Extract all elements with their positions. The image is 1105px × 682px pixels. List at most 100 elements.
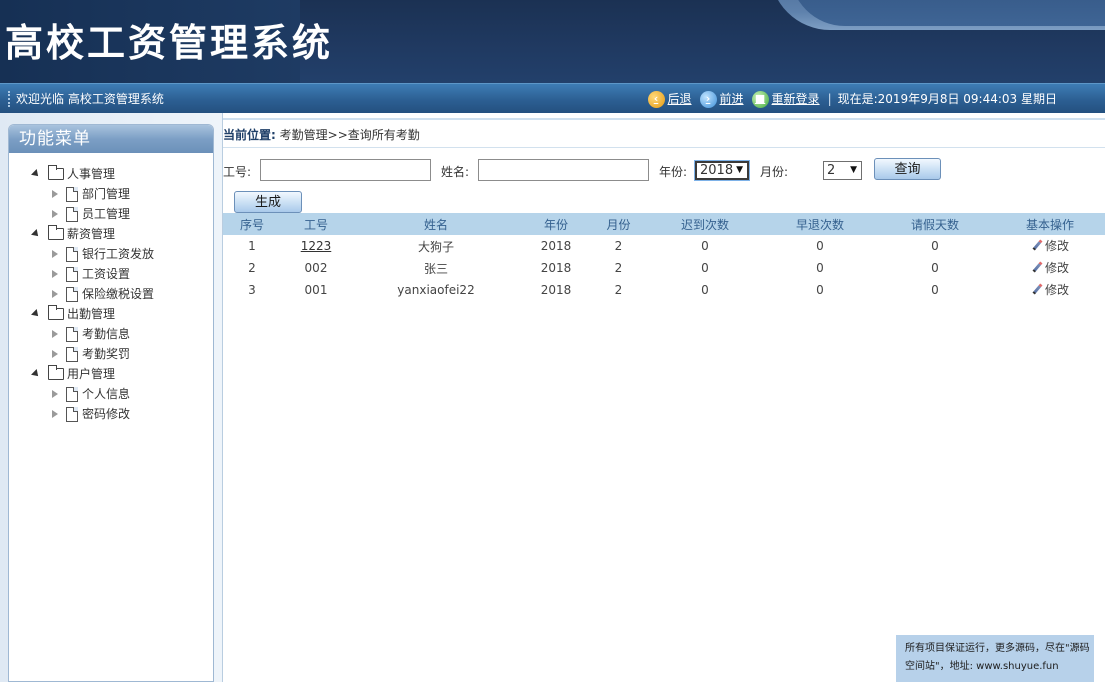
table-row: 2 002 张三 2018 2 0 0 0 修改	[223, 257, 1105, 279]
relogin-icon: ■	[751, 90, 769, 108]
name-input[interactable]	[478, 159, 649, 181]
search-form: 工号: 姓名: 年份: 2018 ▼ 月份: 2 ▼ 查询	[223, 158, 1105, 182]
menu-item-label: 员工管理	[82, 207, 131, 221]
back-link[interactable]: ‹ 后退	[647, 90, 692, 108]
menu-item-insurance-tax[interactable]: 保险缴税设置	[9, 284, 213, 304]
notice-line-2: 空间站"，地址: www.shuyue.fun	[905, 661, 1059, 672]
col-header-leave: 请假天数	[876, 213, 994, 235]
cell-actions: 修改	[994, 279, 1105, 301]
year-select[interactable]: 2018 ▼	[695, 161, 749, 180]
menu-item-label: 个人信息	[82, 387, 131, 401]
notice-line-1: 所有项目保证运行，更多源码，尽在"源码	[905, 643, 1090, 654]
col-header-early: 早退次数	[764, 213, 876, 235]
file-icon	[66, 326, 78, 342]
pencil-icon	[1031, 262, 1043, 274]
folder-icon	[48, 165, 64, 180]
top-bar: 欢迎光临 高校工资管理系统 ‹ 后退 › 前进 ■ 重新登录 | 现在是:201…	[0, 83, 1105, 113]
edit-link[interactable]: 修改	[1031, 281, 1069, 298]
cell-index: 1	[248, 239, 256, 253]
pencil-icon	[1031, 284, 1043, 296]
menu-group-label: 薪资管理	[67, 227, 116, 241]
divider: |	[827, 92, 832, 106]
folder-icon	[48, 225, 64, 240]
cell-leave: 0	[931, 261, 939, 275]
relogin-link[interactable]: ■ 重新登录	[751, 90, 820, 108]
cell-index: 2	[248, 261, 256, 275]
emp-no-input[interactable]	[260, 159, 431, 181]
breadcrumb-path: 考勤管理>>查询所有考勤	[279, 128, 420, 142]
table-row: 1 1223 大狗子 2018 2 0 0 0 修改	[223, 235, 1105, 257]
sidebar-area: 功能菜单 人事管理 部门管理 员工管理 薪资管理 银行工资发放 工资设置 保险缴…	[0, 113, 222, 682]
cell-late: 0	[701, 261, 709, 275]
menu-group-attendance[interactable]: 出勤管理	[9, 304, 213, 324]
cell-index: 3	[248, 283, 256, 297]
file-icon	[66, 286, 78, 302]
main-content: 当前位置: 考勤管理>>查询所有考勤 工号: 姓名: 年份: 2018 ▼ 月份…	[222, 113, 1105, 682]
dropdown-arrow-icon: ▼	[850, 165, 857, 175]
collapsed-arrow-icon	[52, 210, 58, 218]
cell-leave: 0	[931, 283, 939, 297]
breadcrumb-label: 当前位置:	[223, 128, 276, 142]
app-title: 高校工资管理系统	[5, 21, 334, 65]
cell-emp-no: 001	[304, 283, 328, 297]
col-header-name: 姓名	[351, 213, 521, 235]
file-icon	[66, 406, 78, 422]
collapsed-arrow-icon	[52, 250, 58, 258]
expanded-arrow-icon	[31, 229, 41, 239]
col-header-actions: 基本操作	[994, 213, 1105, 235]
edit-label: 修改	[1044, 283, 1069, 298]
cell-emp-no: 002	[304, 261, 328, 275]
app-header: 高校工资管理系统	[0, 0, 1105, 83]
col-header-index: 序号	[223, 213, 281, 235]
source-notice: 所有项目保证运行，更多源码，尽在"源码 空间站"，地址: www.shuyue.…	[896, 635, 1094, 682]
emp-no-label: 工号:	[223, 165, 252, 179]
collapsed-arrow-icon	[52, 330, 58, 338]
forward-link[interactable]: › 前进	[699, 90, 744, 108]
table-header-row: 序号 工号 姓名 年份 月份 迟到次数 早退次数 请假天数 基本操作	[223, 213, 1105, 235]
emp-no-link[interactable]: 1223	[301, 239, 332, 253]
expanded-arrow-icon	[31, 309, 41, 319]
breadcrumb-divider	[223, 147, 1105, 148]
edit-label: 修改	[1044, 239, 1069, 254]
menu-group-users[interactable]: 用户管理	[9, 364, 213, 384]
menu-group-personnel[interactable]: 人事管理	[9, 164, 213, 184]
query-button[interactable]: 查询	[874, 158, 941, 180]
edit-link[interactable]: 修改	[1031, 237, 1069, 254]
menu-item-attendance-reward[interactable]: 考勤奖罚	[9, 344, 213, 364]
file-icon	[66, 346, 78, 362]
collapsed-arrow-icon	[52, 190, 58, 198]
menu-item-label: 考勤奖罚	[82, 347, 131, 361]
pencil-icon	[1031, 240, 1043, 252]
month-select[interactable]: 2 ▼	[823, 161, 862, 180]
cell-year: 2018	[540, 261, 572, 275]
file-icon	[66, 266, 78, 282]
cell-late: 0	[701, 239, 709, 253]
dropdown-arrow-icon: ▼	[736, 165, 743, 175]
attendance-table: 序号 工号 姓名 年份 月份 迟到次数 早退次数 请假天数 基本操作 1 122…	[223, 213, 1105, 301]
cell-name: 张三	[423, 261, 448, 276]
generate-button[interactable]: 生成	[234, 191, 302, 213]
expanded-arrow-icon	[31, 169, 41, 179]
collapsed-arrow-icon	[52, 270, 58, 278]
menu-item-attendance-info[interactable]: 考勤信息	[9, 324, 213, 344]
menu-group-salary[interactable]: 薪资管理	[9, 224, 213, 244]
menu-item-password[interactable]: 密码修改	[9, 404, 213, 424]
menu-item-salary-settings[interactable]: 工资设置	[9, 264, 213, 284]
name-label: 姓名:	[441, 165, 470, 179]
cell-early: 0	[816, 239, 824, 253]
collapsed-arrow-icon	[52, 410, 58, 418]
file-icon	[66, 386, 78, 402]
file-icon	[66, 186, 78, 202]
folder-icon	[48, 365, 64, 380]
menu-item-department[interactable]: 部门管理	[9, 184, 213, 204]
menu-group-label: 人事管理	[67, 167, 116, 181]
menu-group-label: 出勤管理	[67, 307, 116, 321]
cell-actions: 修改	[994, 235, 1105, 257]
menu-item-personal-info[interactable]: 个人信息	[9, 384, 213, 404]
menu-item-bank-payment[interactable]: 银行工资发放	[9, 244, 213, 264]
menu-item-employee[interactable]: 员工管理	[9, 204, 213, 224]
edit-link[interactable]: 修改	[1031, 259, 1069, 276]
welcome-text: 欢迎光临 高校工资管理系统	[8, 91, 164, 107]
arrow-right-icon: ›	[699, 90, 717, 108]
header-decoration-inner	[790, 0, 1105, 26]
